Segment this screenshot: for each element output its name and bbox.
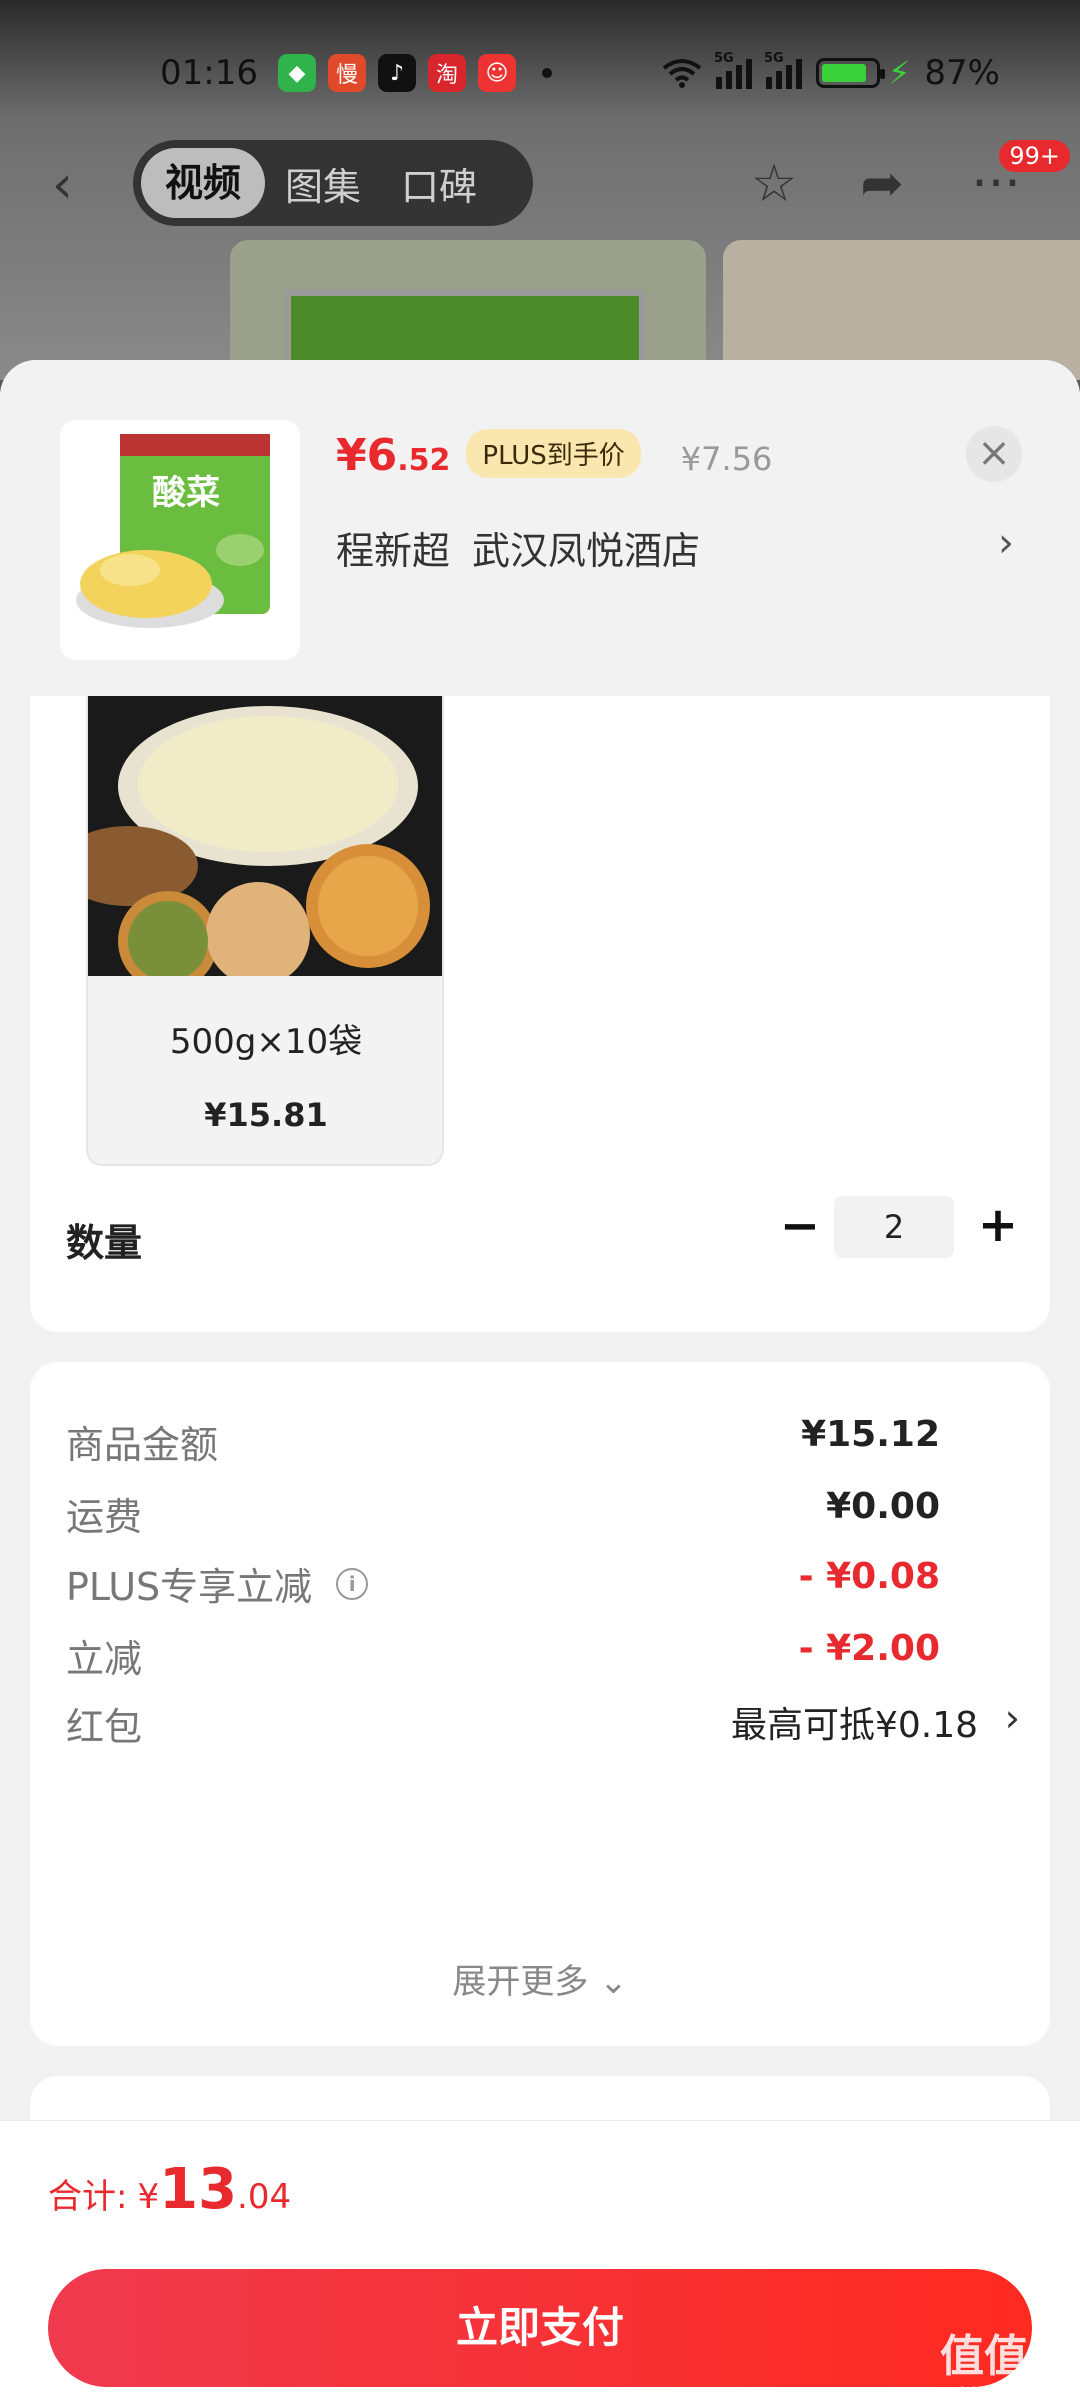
shield-app-icon: ◆ [278,54,316,92]
fee-label: 商品金额 [66,1423,219,1467]
message-badge: 99+ [999,140,1070,172]
share-icon[interactable]: ➦ [852,154,912,214]
fee-label: 运费 [66,1495,143,1539]
sheet-header: 酸菜 ¥6.52 PLUS到手价 ¥7.56 × 程新超 武汉凤悦酒店 › [0,360,1080,696]
back-icon[interactable]: ‹ [52,159,92,211]
pay-now-button[interactable]: 立即支付 [48,2269,1032,2387]
top-nav: ‹ 视频 图集 口碑 ☆ ➦ ··· 99+ [0,140,1080,230]
spec-card: 500g×10袋 ¥15.81 数量 − 2 + [30,696,1050,1332]
tab-reviews[interactable]: 口碑 [381,156,497,211]
price-row: ¥6.52 PLUS到手价 ¥7.56 [336,429,773,484]
fee-label-plus: PLUS专享立减 i [66,1556,369,1611]
jd-app-icon: ☺ [478,54,516,92]
charging-icon: ⚡ [887,54,911,92]
plus-price: ¥6.52 [336,430,451,481]
svg-text:酸菜: 酸菜 [152,473,220,513]
battery-icon [815,58,885,88]
fee-label: 立减 [66,1637,143,1681]
more-notifications-icon [542,68,552,78]
fee-value: - ¥0.08 [798,1556,940,1597]
watermark: 值值值 zhizhizhi.com [940,2331,1072,2400]
fee-row-shipping: 运费 ¥0.00 [66,1486,1020,1546]
signal-icon-2: 5G [764,51,802,89]
chevron-right-icon[interactable]: › [998,520,1014,566]
fee-card: 商品金额 ¥15.12 运费 ¥0.00 PLUS专享立减 i - ¥0.08 … [30,1362,1050,2046]
wifi-icon [662,59,702,88]
address-name: 程新超 [336,529,451,573]
notification-icons: ◆ 慢 ♪ 淘 ☺ [278,54,552,92]
background-brand-image [723,240,1080,380]
sku-image [88,696,442,991]
fee-row-red-packet[interactable]: 红包 最高可抵¥0.18 › [66,1696,1020,1756]
sku-option[interactable]: 500g×10袋 ¥15.81 [86,696,444,1166]
chevron-right-icon[interactable]: › [1005,1696,1020,1740]
status-bar: 01:16 ◆ 慢 ♪ 淘 ☺ 5G 5G ⚡ 87% [0,40,1080,106]
purchase-sheet: 酸菜 ¥6.52 PLUS到手价 ¥7.56 × 程新超 武汉凤悦酒店 › 50… [0,360,1080,2400]
background-product-image [230,240,706,380]
plus-price-tag: PLUS到手价 [466,429,641,478]
fee-label: 红包 [66,1705,143,1749]
sku-price: ¥15.81 [204,1096,328,1134]
slow-app-icon: 慢 [328,54,366,92]
quantity-label: 数量 [66,1221,143,1265]
address-row[interactable]: 程新超 武汉凤悦酒店 [336,520,1026,575]
address-place: 武汉凤悦酒店 [472,529,701,573]
total-amount: 合计: ¥ 13 .04 [48,2157,292,2222]
close-button[interactable]: × [966,426,1022,482]
favorite-star-icon[interactable]: ☆ [744,154,804,214]
tiktok-app-icon: ♪ [378,54,416,92]
fee-row-plus-discount: PLUS专享立减 i - ¥0.08 [66,1556,1020,1616]
status-right: 5G 5G ⚡ 87% [662,51,1000,93]
tab-video[interactable]: 视频 [141,148,266,218]
media-tabs: 视频 图集 口碑 [133,140,533,226]
product-thumbnail[interactable]: 酸菜 [60,420,300,660]
expand-more-button[interactable]: 展开更多 ⌄ [30,1954,1050,2003]
fee-value: 最高可抵¥0.18 [730,1705,978,1746]
fee-row-discount: 立减 - ¥2.00 [66,1628,1020,1688]
quantity-decrease-button[interactable]: − [776,1198,824,1258]
info-icon[interactable]: i [336,1567,369,1600]
tab-gallery[interactable]: 图集 [265,156,381,211]
battery-percent: 87% [924,53,1000,93]
checkout-footer: 合计: ¥ 13 .04 立即支付 [0,2120,1080,2400]
quantity-increase-button[interactable]: + [974,1196,1022,1256]
original-price: ¥7.56 [680,440,773,478]
background-page: 01:16 ◆ 慢 ♪ 淘 ☺ 5G 5G ⚡ 87% ‹ 视频 图集 口碑 ☆… [0,0,1080,380]
fee-value: ¥0.00 [826,1486,940,1527]
sku-name: 500g×10袋 [169,1022,363,1062]
product-package-image: 酸菜 [60,420,300,660]
taobao-app-icon: 淘 [428,54,466,92]
fee-row-goods: 商品金额 ¥15.12 [66,1414,1020,1474]
fee-value: - ¥2.00 [798,1628,940,1669]
signal-icon: 5G [714,51,752,89]
fee-value: ¥15.12 [801,1414,940,1455]
quantity-input[interactable]: 2 [834,1196,954,1258]
status-time: 01:16 [160,53,258,93]
chevron-down-icon: ⌄ [599,1962,628,2002]
